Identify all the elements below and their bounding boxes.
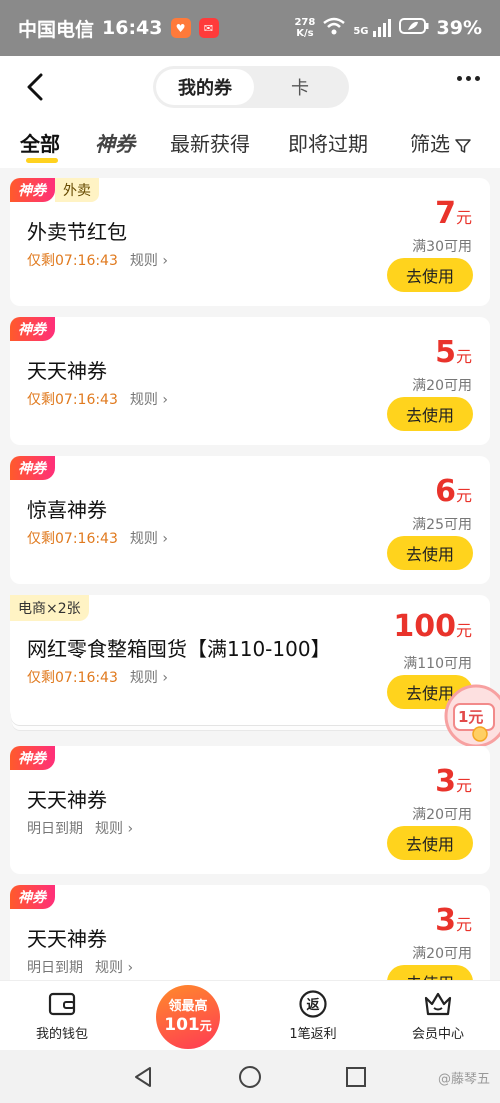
use-coupon-button[interactable]: 去使用	[387, 258, 473, 292]
coupon-amount: 100元	[393, 609, 472, 644]
coupon-amount: 7元	[435, 196, 472, 231]
back-arrow-icon	[27, 73, 43, 101]
floating-red-packet-button[interactable]: 1元	[440, 680, 500, 748]
coupon-condition: 满20可用	[412, 807, 472, 823]
promo-get-coupon-button[interactable]: 领最高 101元	[156, 985, 220, 1049]
wallet-icon	[12, 989, 112, 1019]
shen-coupon-badge: 神券	[10, 746, 55, 770]
rule-link[interactable]: 规则 ›	[130, 389, 168, 409]
active-tab-indicator	[26, 158, 58, 163]
rule-link[interactable]: 规则 ›	[95, 957, 133, 977]
shen-coupon-badge: 神券	[10, 456, 55, 480]
app-notification-icon: ♥	[170, 18, 191, 38]
countdown: 仅剩07:16:43	[27, 392, 118, 408]
segment-my-coupons[interactable]: 我的券	[156, 69, 254, 105]
svg-text:返: 返	[306, 998, 319, 1013]
use-coupon-button[interactable]: 去使用	[387, 826, 473, 860]
shen-coupon-badge: 神券	[10, 885, 55, 909]
expiry-text: 明日到期	[27, 960, 83, 976]
nav-wallet[interactable]: 我的钱包	[12, 989, 112, 1042]
coupon-title: 外卖节红包	[27, 220, 127, 244]
coupon-condition: 满20可用	[412, 378, 472, 394]
use-coupon-button[interactable]: 去使用	[387, 965, 473, 980]
tab-shen-coupon[interactable]: 神券	[95, 128, 135, 157]
more-options-icon[interactable]	[457, 76, 480, 81]
coupon-amount: 3元	[435, 764, 472, 799]
coupon-condition: 满20可用	[412, 946, 472, 962]
coupon-title: 天天神券	[27, 359, 107, 383]
coupon-card[interactable]: 神券 天天神券 明日到期 规则 › 3元 满20可用 去使用	[10, 885, 490, 980]
nav-member-label: 会员中心	[411, 1027, 464, 1042]
coupon-card[interactable]: 神券 外卖 外卖节红包 仅剩07:16:43 规则 › 7元 满30可用 去使用	[10, 178, 490, 306]
coupon-title: 网红零食整箱囤货【满110-100】	[27, 637, 331, 661]
coupon-title: 天天神券	[27, 788, 107, 812]
coupon-card[interactable]: 神券 惊喜神券 仅剩07:16:43 规则 › 6元 满25可用 去使用	[10, 456, 490, 584]
coupon-list: 神券 外卖 外卖节红包 仅剩07:16:43 规则 › 7元 满30可用 去使用…	[0, 168, 500, 980]
tab-expiring[interactable]: 即将过期	[288, 128, 368, 157]
signal-icon: 5G	[353, 19, 391, 37]
use-coupon-button[interactable]: 去使用	[387, 536, 473, 570]
filter-tabs: 全部 神券 最新获得 即将过期 筛选	[0, 118, 500, 168]
watermark: @藤琴五	[437, 1072, 490, 1087]
coupon-pack-card[interactable]: 电商×2张 网红零食整箱囤货【满110-100】 仅剩07:16:43 规则 ›…	[10, 595, 490, 720]
filter-icon	[455, 138, 471, 153]
rule-link[interactable]: 规则 ›	[130, 667, 168, 687]
page-header: 我的券 卡	[0, 56, 500, 118]
coupon-amount: 6元	[435, 474, 472, 509]
tab-newest[interactable]: 最新获得	[170, 128, 250, 157]
pack-badge: 电商×2张	[10, 595, 89, 621]
segment-control: 我的券 卡	[153, 66, 349, 108]
system-navigation-bar: @藤琴五	[0, 1050, 500, 1103]
shen-coupon-badge: 神券	[10, 317, 55, 341]
wifi-icon	[323, 17, 346, 40]
battery-level: 39%	[436, 17, 482, 39]
filter-label: 筛选	[410, 132, 450, 156]
carrier-label: 中国电信	[18, 18, 95, 41]
bottom-navigation: 我的钱包 返 1笔返利 会员中心	[0, 980, 500, 1050]
coupon-amount: 5元	[435, 335, 472, 370]
coupon-condition: 满30可用	[412, 239, 472, 255]
rule-link[interactable]: 规则 ›	[95, 818, 133, 838]
rule-link[interactable]: 规则 ›	[130, 528, 168, 548]
nav-member-center[interactable]: 会员中心	[388, 989, 488, 1042]
system-recents-icon[interactable]	[343, 1064, 369, 1090]
system-back-icon[interactable]	[130, 1064, 156, 1090]
status-bar: 中国电信 16:43 ♥ ✉ 278 K/s 5G 39%	[0, 0, 500, 56]
rule-link[interactable]: 规则 ›	[130, 250, 168, 270]
countdown: 仅剩07:16:43	[27, 670, 118, 686]
network-speed: 278 K/s	[294, 17, 316, 39]
use-coupon-button[interactable]: 去使用	[387, 397, 473, 431]
rebate-icon: 返	[263, 989, 363, 1019]
nav-rebate-label: 1笔返利	[289, 1027, 337, 1042]
nav-wallet-label: 我的钱包	[35, 1027, 88, 1042]
coupon-amount: 3元	[435, 903, 472, 938]
tab-all[interactable]: 全部	[20, 128, 60, 157]
tab-filter[interactable]: 筛选	[410, 128, 472, 157]
coupon-card[interactable]: 神券 天天神券 仅剩07:16:43 规则 › 5元 满20可用 去使用	[10, 317, 490, 445]
coupon-title: 惊喜神券	[27, 498, 107, 522]
countdown: 仅剩07:16:43	[27, 531, 118, 547]
coupon-condition: 满110可用	[403, 656, 472, 672]
coupon-card[interactable]: 神券 天天神券 明日到期 规则 › 3元 满20可用 去使用	[10, 746, 490, 874]
category-badge: 外卖	[55, 178, 99, 202]
system-home-icon[interactable]	[237, 1064, 263, 1090]
clock: 16:43	[102, 17, 163, 39]
app-notification-icon: ✉	[198, 18, 219, 38]
battery-icon	[398, 17, 429, 40]
shen-coupon-badge: 神券	[10, 178, 55, 202]
promo-amount: 101元	[164, 1014, 212, 1035]
promo-line1: 领最高	[168, 998, 208, 1014]
segment-cards[interactable]: 卡	[253, 69, 347, 105]
countdown: 仅剩07:16:43	[27, 253, 118, 269]
back-button[interactable]	[20, 70, 50, 104]
crown-icon	[388, 989, 488, 1019]
red-packet-amount: 1元	[458, 708, 484, 726]
nav-rebate[interactable]: 返 1笔返利	[263, 989, 363, 1042]
coupon-title: 天天神券	[27, 927, 107, 951]
expiry-text: 明日到期	[27, 821, 83, 837]
coupon-condition: 满25可用	[412, 517, 472, 533]
